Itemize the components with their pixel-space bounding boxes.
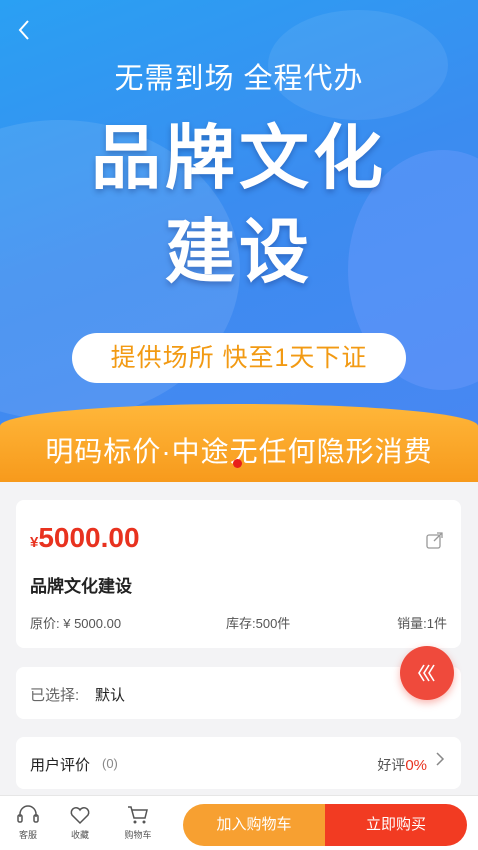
buy-now-button[interactable]: 立即购买 bbox=[325, 804, 467, 846]
good-rating-percent: 0% bbox=[405, 757, 427, 774]
good-rating-label: 好评 bbox=[377, 757, 406, 773]
favorite-label: 收藏 bbox=[70, 830, 89, 840]
chevron-right-icon bbox=[435, 751, 445, 772]
cart-button[interactable]: 购物车 bbox=[118, 804, 158, 841]
banner-title-line1: 品牌文化 bbox=[91, 119, 387, 197]
spec-selector[interactable]: 已选择: 默认 bbox=[16, 667, 461, 719]
good-rating: 好评0% bbox=[377, 755, 427, 775]
price-value: 5000.00 bbox=[38, 522, 140, 553]
heart-icon bbox=[70, 807, 90, 825]
banner-dot bbox=[233, 459, 242, 468]
banner-pill: 提供场所 快至1天下证 bbox=[72, 333, 406, 383]
selection-label: 已选择: bbox=[30, 687, 80, 704]
banner-title-line2: 建设 bbox=[165, 213, 313, 291]
price-card: ¥5000.00 品牌文化建设 原价: ¥ 5000.00 库存:500件 销量… bbox=[16, 500, 461, 648]
headset-icon bbox=[17, 805, 39, 823]
selection-value: 默认 bbox=[95, 687, 126, 704]
sales: 销量:1件 bbox=[397, 616, 447, 631]
banner-subtitle: 无需到场 全程代办 bbox=[114, 63, 364, 95]
reviews-row[interactable]: 用户评价 (0) 好评0% bbox=[16, 737, 461, 789]
product-banner: 无需到场 全程代办 品牌文化 建设 提供场所 快至1天下证 明码标价·中途无任何… bbox=[0, 0, 478, 482]
reviews-count: (0) bbox=[102, 756, 118, 771]
stock: 库存:500件 bbox=[226, 616, 291, 631]
reviews-label: 用户评价 bbox=[30, 757, 91, 774]
cart-label: 购物车 bbox=[124, 830, 152, 840]
floating-action-button[interactable] bbox=[400, 646, 454, 700]
add-to-cart-button[interactable]: 加入购物车 bbox=[183, 804, 325, 846]
share-button[interactable] bbox=[425, 530, 445, 550]
product-name: 品牌文化建设 bbox=[30, 577, 132, 596]
chevron-left-icon bbox=[18, 20, 29, 40]
back-button[interactable] bbox=[14, 18, 40, 44]
favorite-button[interactable]: 收藏 bbox=[60, 804, 100, 841]
share-icon bbox=[426, 532, 443, 549]
banner-title: 品牌文化 建设 bbox=[0, 118, 478, 292]
cart-icon bbox=[128, 806, 148, 824]
bottom-action-bar: 客服 收藏 购物车 加入购物车 立即购买 bbox=[0, 795, 478, 850]
chevron-left-double-icon bbox=[418, 664, 435, 682]
service-label: 客服 bbox=[18, 830, 37, 840]
product-price: ¥5000.00 bbox=[30, 522, 140, 554]
service-button[interactable]: 客服 bbox=[8, 804, 48, 841]
original-price: 原价: ¥ 5000.00 bbox=[30, 616, 122, 631]
